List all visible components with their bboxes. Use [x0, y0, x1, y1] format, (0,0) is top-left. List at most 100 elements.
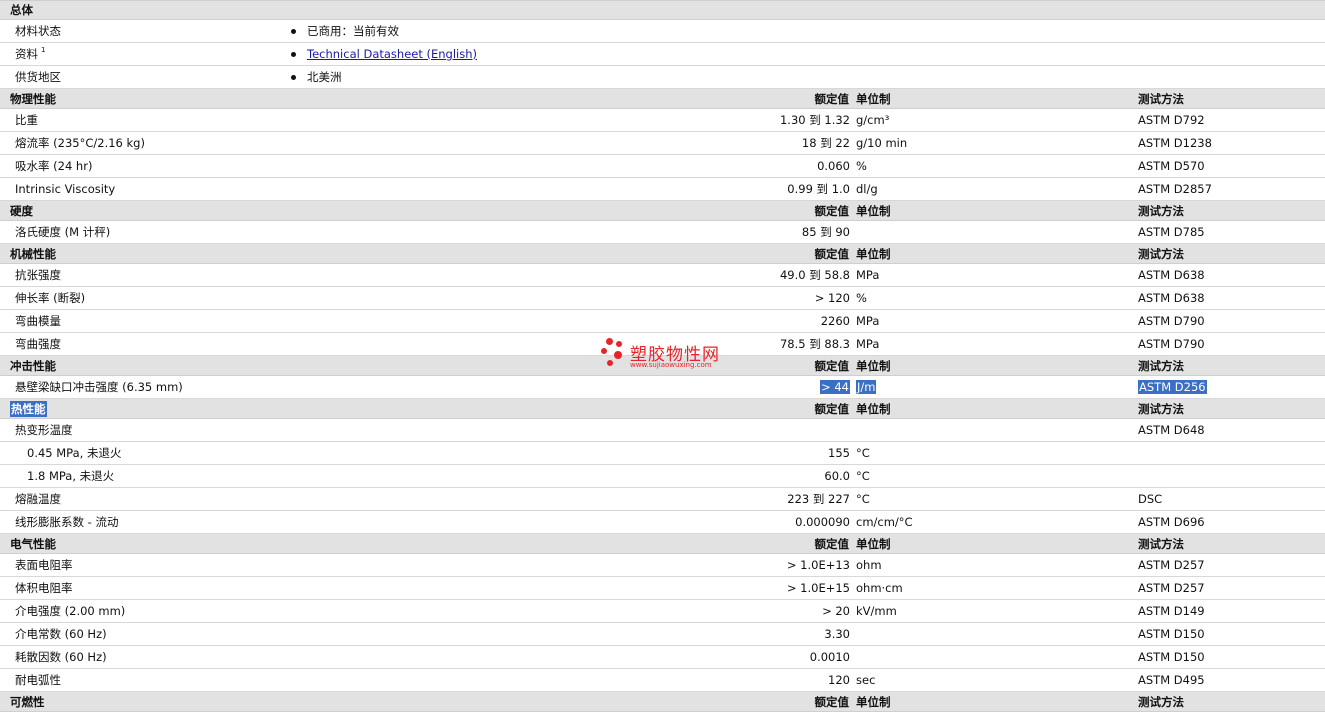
property-unit-cell: cm/cm/°C	[856, 511, 913, 533]
test-method: ASTM D648	[1138, 423, 1205, 437]
column-header-value: 额定值	[814, 694, 850, 709]
property-value-cell: 49.0 到 58.8	[780, 264, 850, 286]
column-header-test: 测试方法	[1138, 536, 1184, 551]
property-row: 熔流率 (235°C/2.16 kg) 18 到 22 g/10 min ASTM D…	[0, 132, 1325, 155]
watermark-logo: 塑胶物性网 www.sujiaowuxing.com	[600, 336, 740, 376]
property-value: 78.5 到 88.3	[779, 337, 850, 351]
property-row: 表面电阻率 > 1.0E+13 ohm ASTM D257	[0, 554, 1325, 577]
test-method: ASTM D570	[1138, 159, 1205, 173]
section-header: 物理性能 额定值 单位制 测试方法	[0, 89, 1325, 109]
bullet-icon	[291, 66, 306, 88]
test-method-cell: ASTM D257	[1138, 577, 1205, 599]
property-value: 0.0010	[809, 650, 850, 664]
property-unit: ohm·cm	[856, 581, 903, 595]
section-title: 冲击性能	[10, 358, 56, 373]
section-title-cell: 可燃性	[10, 692, 45, 711]
test-method-cell: ASTM D790	[1138, 310, 1205, 332]
property-unit: dl/g	[856, 182, 878, 196]
property-row: 洛氏硬度 (M 计秤) 85 到 90 ASTM D785	[0, 221, 1325, 244]
property-value-cell: 3.30	[824, 623, 850, 645]
test-method: ASTM D790	[1138, 314, 1205, 328]
property-value: > 120	[814, 291, 850, 305]
property-unit-cell: °C	[856, 465, 870, 487]
property-value-cell: > 1.0E+15	[787, 577, 850, 599]
property-name: 伸长率 (断裂)	[15, 291, 86, 305]
property-unit: kV/mm	[856, 604, 897, 618]
property-value-cell: 18 到 22	[802, 132, 850, 154]
property-unit: %	[856, 159, 867, 173]
property-name: 吸水率 (24 hr)	[15, 159, 93, 173]
property-name: 洛氏硬度 (M 计秤)	[15, 225, 111, 239]
test-method: ASTM D149	[1138, 604, 1205, 618]
section-title: 总体	[10, 3, 33, 17]
property-row: 弯曲模量 2260 MPa ASTM D790	[0, 310, 1325, 333]
property-name: 线形膨胀系数 - 流动	[15, 515, 119, 529]
property-row: 熔融温度 223 到 227 °C DSC	[0, 488, 1325, 511]
test-method: ASTM D638	[1138, 291, 1205, 305]
general-row: 材料状态 已商用：当前有效	[0, 20, 1325, 43]
property-name: 比重	[15, 113, 38, 127]
test-method-cell: ASTM D257	[1138, 554, 1205, 576]
column-header-test: 测试方法	[1138, 358, 1184, 373]
test-method-cell: ASTM D1238	[1138, 132, 1212, 154]
section-title-cell: 热性能	[10, 399, 47, 418]
column-header-test: 测试方法	[1138, 694, 1184, 709]
column-header-test: 测试方法	[1138, 246, 1184, 261]
test-method-cell: ASTM D792	[1138, 109, 1205, 131]
general-label: 资料 1	[15, 43, 45, 65]
section-header: 可燃性 额定值 单位制 测试方法	[0, 692, 1325, 712]
property-unit: MPa	[856, 268, 880, 282]
general-label: 材料状态	[15, 20, 61, 42]
section-header: 硬度 额定值 单位制 测试方法	[0, 201, 1325, 221]
property-unit: ohm	[856, 558, 882, 572]
property-value: 85 到 90	[801, 225, 850, 239]
datasheet-link[interactable]: Technical Datasheet (English)	[307, 43, 477, 65]
column-header-unit: 单位制	[856, 91, 891, 106]
test-method-cell: ASTM D2857	[1138, 178, 1212, 200]
property-name: 表面电阻率	[15, 558, 73, 572]
property-value: 18 到 22	[801, 136, 850, 150]
column-header-unit: 单位制	[856, 246, 891, 261]
property-row: 体积电阻率 > 1.0E+15 ohm·cm ASTM D257	[0, 577, 1325, 600]
property-name: 热变形温度	[15, 423, 73, 437]
section-header-general: 总体	[0, 0, 1325, 20]
property-value-cell: 0.99 到 1.0	[787, 178, 850, 200]
section-header: 电气性能 额定值 单位制 测试方法	[0, 534, 1325, 554]
section-title-cell: 冲击性能	[10, 356, 56, 375]
property-name: 抗张强度	[15, 268, 61, 282]
property-value: 155	[828, 446, 850, 460]
general-value-text: 北美洲	[307, 70, 342, 84]
property-unit: %	[856, 291, 867, 305]
section-header: 热性能 额定值 单位制 测试方法	[0, 399, 1325, 419]
property-value: 120	[828, 673, 850, 687]
property-row: 吸水率 (24 hr) 0.060% ASTM D570	[0, 155, 1325, 178]
section-title: 硬度	[10, 203, 33, 218]
datasheet-link-text[interactable]: Technical Datasheet (English)	[307, 47, 477, 61]
bullet-icon	[291, 43, 306, 65]
test-method-cell: ASTM D149	[1138, 600, 1205, 622]
property-value: 60.0	[824, 469, 850, 483]
property-value-cell: 0.000090	[795, 511, 850, 533]
property-unit-cell: J/m	[856, 376, 877, 398]
footnote-marker: 1	[41, 46, 46, 54]
column-header-value: 额定值	[814, 536, 850, 551]
test-method: ASTM D696	[1138, 515, 1205, 529]
property-unit-cell: °C	[856, 488, 870, 510]
property-value-cell: 120	[828, 669, 850, 691]
bullet-icon	[291, 20, 306, 42]
property-unit: g/cm³	[856, 113, 890, 127]
property-name: 0.45 MPa, 未退火	[27, 446, 122, 460]
test-method: ASTM D495	[1138, 673, 1205, 687]
property-unit: °C	[856, 469, 870, 483]
section-title-cell: 硬度	[10, 201, 33, 220]
property-name: 介电常数 (60 Hz)	[15, 627, 107, 641]
column-header-unit: 单位制	[856, 536, 891, 551]
property-value: 0.000090	[795, 515, 850, 529]
property-unit-cell: g/cm³	[856, 109, 889, 131]
property-value-cell: 0.060	[817, 155, 850, 177]
property-unit: sec	[856, 673, 876, 687]
property-row: 比重 1.30 到 1.32 g/cm³ ASTM D792	[0, 109, 1325, 132]
column-header-test: 测试方法	[1138, 203, 1184, 218]
property-name: 熔融温度	[15, 492, 61, 506]
property-value-cell: 155	[828, 442, 850, 464]
